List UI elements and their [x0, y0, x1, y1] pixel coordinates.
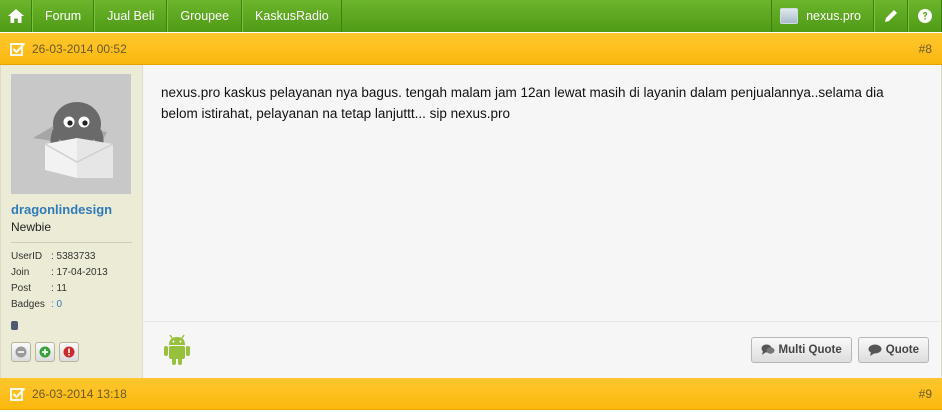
give-reputation-button[interactable]	[35, 342, 55, 362]
author-rank: Newbie	[11, 220, 52, 234]
post-date: 26-03-2014 00:52	[32, 41, 127, 56]
checkbox-icon	[10, 42, 26, 56]
post-header: 26-03-2014 00:52 #8	[0, 33, 942, 65]
next-post-date: 26-03-2014 13:18	[32, 386, 127, 401]
alert-icon	[63, 346, 75, 358]
post-author-sidebar: dragonlindesign Newbie UserID : 5383733 …	[1, 65, 143, 378]
badges-link[interactable]: : 0	[51, 297, 62, 313]
home-button[interactable]	[0, 0, 32, 32]
nav-forum[interactable]: Forum	[32, 0, 95, 32]
nav-jual-beli[interactable]: Jual Beli	[94, 0, 168, 32]
info-post: Post : 11	[11, 283, 67, 294]
post-number-link[interactable]: #8	[919, 42, 932, 56]
next-post-header: 26-03-2014 13:18 #9	[0, 378, 942, 410]
write-button[interactable]	[874, 0, 908, 32]
top-navbar: Forum Jual Beli Groupee KaskusRadio nexu…	[0, 0, 942, 32]
pencil-icon	[885, 10, 897, 22]
avatar[interactable]	[11, 74, 131, 194]
help-button[interactable]	[908, 0, 942, 32]
nav-kaskusradio[interactable]: KaskusRadio	[242, 0, 342, 32]
online-status-icon	[11, 321, 18, 330]
info-userid: UserID : 5383733	[11, 251, 96, 262]
post-body-text: nexus.pro kaskus pelayanan nya bagus. te…	[161, 85, 884, 121]
next-post-number-link[interactable]: #9	[919, 387, 932, 401]
neutral-reputation-button[interactable]	[11, 342, 31, 362]
user-menu[interactable]: nexus.pro	[771, 0, 874, 32]
home-icon	[7, 9, 24, 23]
post: dragonlindesign Newbie UserID : 5383733 …	[0, 65, 942, 378]
quote-button[interactable]: Quote	[857, 337, 929, 363]
author-actions	[11, 342, 132, 362]
multi-quote-button[interactable]: Multi Quote	[750, 337, 852, 363]
help-icon	[918, 9, 932, 23]
speech-bubble-icon	[868, 344, 882, 356]
post-footer: Multi Quote Quote	[143, 321, 941, 378]
checkbox-icon	[10, 387, 26, 401]
default-avatar-icon	[33, 102, 114, 178]
info-join: Join : 17-04-2013	[11, 267, 108, 278]
user-avatar-icon	[780, 8, 799, 24]
post-content: nexus.pro kaskus pelayanan nya bagus. te…	[143, 65, 941, 378]
plus-circle-icon	[39, 346, 51, 358]
divider	[11, 242, 132, 243]
speech-bubbles-icon	[761, 344, 775, 355]
author-username[interactable]: dragonlindesign	[11, 202, 132, 217]
user-name: nexus.pro	[806, 9, 861, 23]
nav-groupee[interactable]: Groupee	[167, 0, 243, 32]
minus-circle-icon	[15, 346, 27, 358]
android-icon	[164, 334, 190, 365]
report-button[interactable]	[59, 342, 79, 362]
info-badges: Badges : 0	[11, 297, 132, 313]
